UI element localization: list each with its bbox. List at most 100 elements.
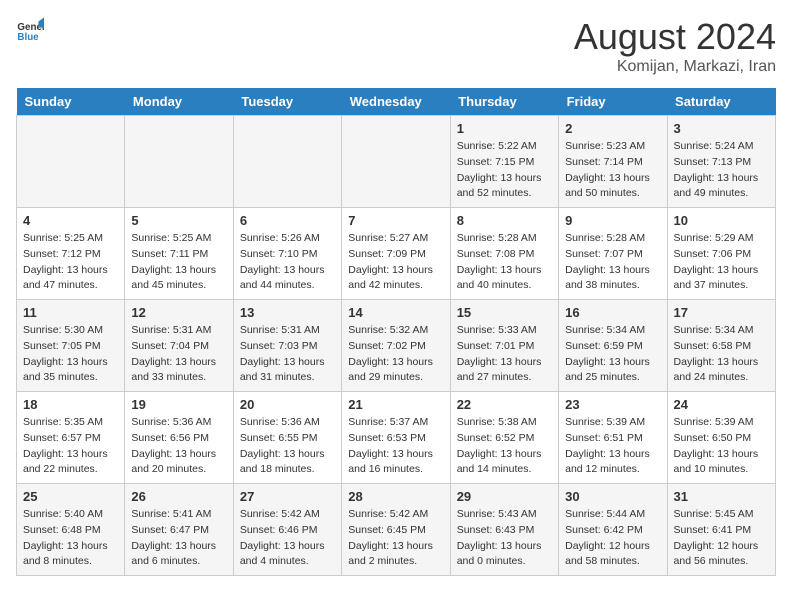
day-info: Sunrise: 5:34 AM Sunset: 6:59 PM Dayligh… — [565, 323, 660, 386]
calendar-cell: 10 Sunrise: 5:29 AM Sunset: 7:06 PM Dayl… — [667, 208, 775, 300]
day-info: Sunrise: 5:43 AM Sunset: 6:43 PM Dayligh… — [457, 507, 552, 570]
day-info: Sunrise: 5:26 AM Sunset: 7:10 PM Dayligh… — [240, 231, 335, 294]
day-info: Sunrise: 5:33 AM Sunset: 7:01 PM Dayligh… — [457, 323, 552, 386]
day-info: Sunrise: 5:41 AM Sunset: 6:47 PM Dayligh… — [131, 507, 226, 570]
calendar-week-row: 1 Sunrise: 5:22 AM Sunset: 7:15 PM Dayli… — [17, 116, 776, 208]
title-block: August 2024 Komijan, Markazi, Iran — [574, 16, 776, 76]
day-header-wednesday: Wednesday — [342, 88, 450, 116]
day-info: Sunrise: 5:28 AM Sunset: 7:08 PM Dayligh… — [457, 231, 552, 294]
calendar-week-row: 18 Sunrise: 5:35 AM Sunset: 6:57 PM Dayl… — [17, 392, 776, 484]
svg-text:Blue: Blue — [17, 32, 39, 43]
day-number: 24 — [674, 397, 769, 412]
calendar-cell: 14 Sunrise: 5:32 AM Sunset: 7:02 PM Dayl… — [342, 300, 450, 392]
day-info: Sunrise: 5:22 AM Sunset: 7:15 PM Dayligh… — [457, 139, 552, 202]
day-number: 29 — [457, 489, 552, 504]
calendar-title: August 2024 — [574, 16, 776, 58]
calendar-table: SundayMondayTuesdayWednesdayThursdayFrid… — [16, 88, 776, 576]
calendar-cell: 13 Sunrise: 5:31 AM Sunset: 7:03 PM Dayl… — [233, 300, 341, 392]
calendar-cell: 26 Sunrise: 5:41 AM Sunset: 6:47 PM Dayl… — [125, 484, 233, 576]
day-info: Sunrise: 5:40 AM Sunset: 6:48 PM Dayligh… — [23, 507, 118, 570]
day-number: 1 — [457, 121, 552, 136]
day-info: Sunrise: 5:36 AM Sunset: 6:55 PM Dayligh… — [240, 415, 335, 478]
day-number: 28 — [348, 489, 443, 504]
calendar-cell: 16 Sunrise: 5:34 AM Sunset: 6:59 PM Dayl… — [559, 300, 667, 392]
calendar-cell: 15 Sunrise: 5:33 AM Sunset: 7:01 PM Dayl… — [450, 300, 558, 392]
calendar-cell: 7 Sunrise: 5:27 AM Sunset: 7:09 PM Dayli… — [342, 208, 450, 300]
day-number: 17 — [674, 305, 769, 320]
logo-icon: General Blue — [16, 16, 44, 44]
calendar-cell: 11 Sunrise: 5:30 AM Sunset: 7:05 PM Dayl… — [17, 300, 125, 392]
day-number: 23 — [565, 397, 660, 412]
calendar-cell: 27 Sunrise: 5:42 AM Sunset: 6:46 PM Dayl… — [233, 484, 341, 576]
day-number: 13 — [240, 305, 335, 320]
day-number: 15 — [457, 305, 552, 320]
day-number: 2 — [565, 121, 660, 136]
calendar-cell: 25 Sunrise: 5:40 AM Sunset: 6:48 PM Dayl… — [17, 484, 125, 576]
calendar-cell: 5 Sunrise: 5:25 AM Sunset: 7:11 PM Dayli… — [125, 208, 233, 300]
day-info: Sunrise: 5:24 AM Sunset: 7:13 PM Dayligh… — [674, 139, 769, 202]
calendar-cell: 12 Sunrise: 5:31 AM Sunset: 7:04 PM Dayl… — [125, 300, 233, 392]
day-number: 19 — [131, 397, 226, 412]
day-info: Sunrise: 5:45 AM Sunset: 6:41 PM Dayligh… — [674, 507, 769, 570]
day-number: 20 — [240, 397, 335, 412]
calendar-cell: 3 Sunrise: 5:24 AM Sunset: 7:13 PM Dayli… — [667, 116, 775, 208]
day-info: Sunrise: 5:36 AM Sunset: 6:56 PM Dayligh… — [131, 415, 226, 478]
day-info: Sunrise: 5:30 AM Sunset: 7:05 PM Dayligh… — [23, 323, 118, 386]
day-number: 22 — [457, 397, 552, 412]
day-number: 16 — [565, 305, 660, 320]
calendar-cell: 8 Sunrise: 5:28 AM Sunset: 7:08 PM Dayli… — [450, 208, 558, 300]
day-info: Sunrise: 5:42 AM Sunset: 6:45 PM Dayligh… — [348, 507, 443, 570]
day-info: Sunrise: 5:39 AM Sunset: 6:51 PM Dayligh… — [565, 415, 660, 478]
day-header-monday: Monday — [125, 88, 233, 116]
calendar-cell: 1 Sunrise: 5:22 AM Sunset: 7:15 PM Dayli… — [450, 116, 558, 208]
calendar-cell: 23 Sunrise: 5:39 AM Sunset: 6:51 PM Dayl… — [559, 392, 667, 484]
day-header-thursday: Thursday — [450, 88, 558, 116]
page-header: General Blue August 2024 Komijan, Markaz… — [16, 16, 776, 76]
day-number: 8 — [457, 213, 552, 228]
day-header-friday: Friday — [559, 88, 667, 116]
day-number: 10 — [674, 213, 769, 228]
day-info: Sunrise: 5:31 AM Sunset: 7:03 PM Dayligh… — [240, 323, 335, 386]
day-number: 5 — [131, 213, 226, 228]
calendar-cell: 24 Sunrise: 5:39 AM Sunset: 6:50 PM Dayl… — [667, 392, 775, 484]
day-number: 31 — [674, 489, 769, 504]
day-header-sunday: Sunday — [17, 88, 125, 116]
day-info: Sunrise: 5:37 AM Sunset: 6:53 PM Dayligh… — [348, 415, 443, 478]
day-info: Sunrise: 5:31 AM Sunset: 7:04 PM Dayligh… — [131, 323, 226, 386]
day-number: 12 — [131, 305, 226, 320]
day-header-tuesday: Tuesday — [233, 88, 341, 116]
calendar-cell — [125, 116, 233, 208]
day-number: 11 — [23, 305, 118, 320]
day-number: 7 — [348, 213, 443, 228]
calendar-cell: 28 Sunrise: 5:42 AM Sunset: 6:45 PM Dayl… — [342, 484, 450, 576]
day-info: Sunrise: 5:38 AM Sunset: 6:52 PM Dayligh… — [457, 415, 552, 478]
day-number: 27 — [240, 489, 335, 504]
calendar-cell: 21 Sunrise: 5:37 AM Sunset: 6:53 PM Dayl… — [342, 392, 450, 484]
day-info: Sunrise: 5:28 AM Sunset: 7:07 PM Dayligh… — [565, 231, 660, 294]
calendar-cell: 20 Sunrise: 5:36 AM Sunset: 6:55 PM Dayl… — [233, 392, 341, 484]
calendar-week-row: 4 Sunrise: 5:25 AM Sunset: 7:12 PM Dayli… — [17, 208, 776, 300]
calendar-cell: 29 Sunrise: 5:43 AM Sunset: 6:43 PM Dayl… — [450, 484, 558, 576]
logo: General Blue — [16, 16, 44, 44]
day-number: 25 — [23, 489, 118, 504]
day-number: 3 — [674, 121, 769, 136]
calendar-week-row: 11 Sunrise: 5:30 AM Sunset: 7:05 PM Dayl… — [17, 300, 776, 392]
day-info: Sunrise: 5:29 AM Sunset: 7:06 PM Dayligh… — [674, 231, 769, 294]
day-info: Sunrise: 5:32 AM Sunset: 7:02 PM Dayligh… — [348, 323, 443, 386]
day-info: Sunrise: 5:25 AM Sunset: 7:12 PM Dayligh… — [23, 231, 118, 294]
calendar-week-row: 25 Sunrise: 5:40 AM Sunset: 6:48 PM Dayl… — [17, 484, 776, 576]
calendar-cell: 9 Sunrise: 5:28 AM Sunset: 7:07 PM Dayli… — [559, 208, 667, 300]
calendar-cell: 19 Sunrise: 5:36 AM Sunset: 6:56 PM Dayl… — [125, 392, 233, 484]
calendar-cell — [233, 116, 341, 208]
day-info: Sunrise: 5:35 AM Sunset: 6:57 PM Dayligh… — [23, 415, 118, 478]
day-number: 6 — [240, 213, 335, 228]
day-number: 30 — [565, 489, 660, 504]
calendar-cell: 30 Sunrise: 5:44 AM Sunset: 6:42 PM Dayl… — [559, 484, 667, 576]
day-number: 21 — [348, 397, 443, 412]
day-info: Sunrise: 5:39 AM Sunset: 6:50 PM Dayligh… — [674, 415, 769, 478]
calendar-cell — [342, 116, 450, 208]
day-info: Sunrise: 5:25 AM Sunset: 7:11 PM Dayligh… — [131, 231, 226, 294]
day-number: 14 — [348, 305, 443, 320]
calendar-cell: 17 Sunrise: 5:34 AM Sunset: 6:58 PM Dayl… — [667, 300, 775, 392]
day-info: Sunrise: 5:27 AM Sunset: 7:09 PM Dayligh… — [348, 231, 443, 294]
